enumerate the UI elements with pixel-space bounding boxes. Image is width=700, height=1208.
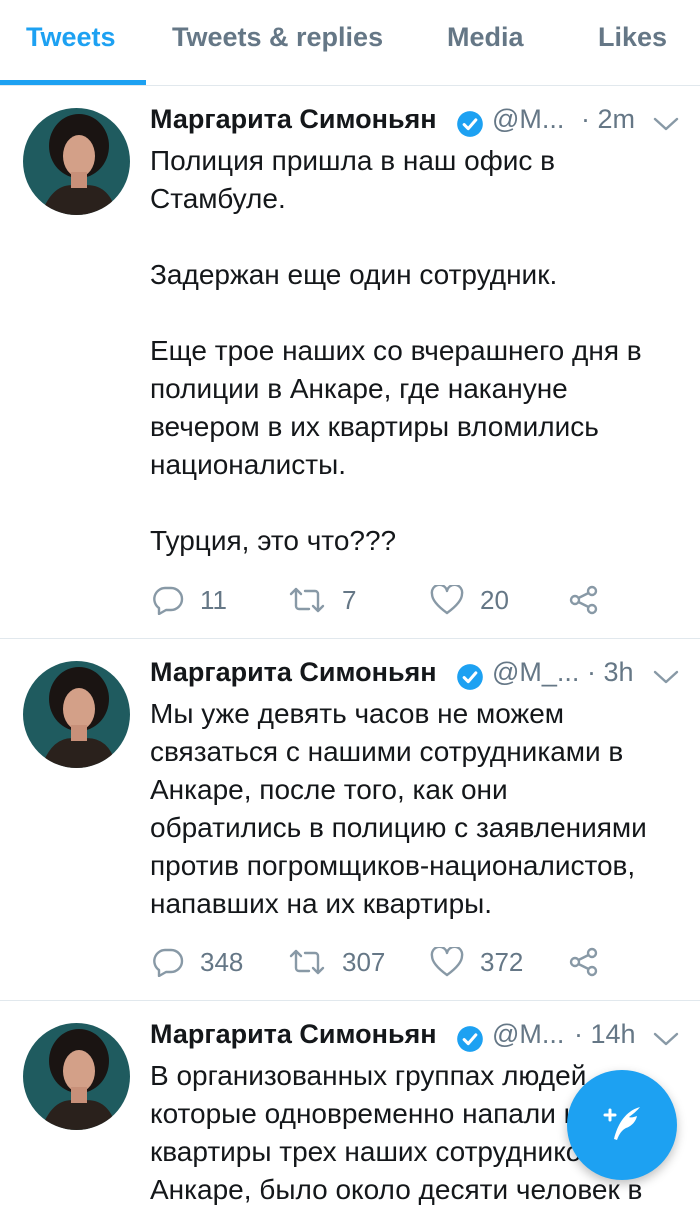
- retweet-icon: [289, 587, 325, 613]
- compose-tweet-icon: [603, 1107, 640, 1140]
- tweet-text-line: связаться с нашими сотрудниками в: [150, 736, 624, 767]
- author-name[interactable]: Маргарита Симоньян: [150, 657, 437, 688]
- tweet-text-line: Задержан еще один сотрудник.: [150, 259, 558, 290]
- share-icon: [569, 585, 598, 615]
- tweet-timestamp[interactable]: · 3h: [587, 657, 634, 688]
- author-handle[interactable]: @M...: [492, 104, 564, 135]
- tweet-text-line: против погромщиков-националистов,: [150, 850, 636, 881]
- retweet-icon: [289, 949, 325, 975]
- tweet[interactable]: Маргарита Симоньян @M_... · 3h Мы уже де…: [0, 639, 700, 1001]
- tweet-header: Маргарита Симоньян @M... · 14h: [150, 1019, 700, 1059]
- retweet-count: 7: [342, 584, 357, 615]
- heart-icon: [430, 947, 464, 977]
- tweet-text-line: Еще трое наших со вчерашнего дня в: [150, 335, 642, 366]
- author-handle[interactable]: @M...: [492, 1019, 564, 1050]
- reply-button[interactable]: 348: [152, 942, 243, 982]
- like-count: 372: [480, 946, 524, 977]
- tweet-text: Мы уже девять часов не можем связаться с…: [150, 695, 690, 923]
- tweet[interactable]: Маргарита Симоньян @M... · 2m Полиция пр…: [0, 86, 700, 639]
- tab-media[interactable]: Media: [447, 22, 524, 53]
- chevron-down-icon[interactable]: [652, 114, 680, 134]
- avatar[interactable]: [23, 108, 130, 215]
- tweet-text-line: Стамбуле.: [150, 183, 286, 214]
- retweet-button[interactable]: 307: [288, 942, 385, 982]
- tweet-timestamp[interactable]: · 14h: [574, 1019, 636, 1050]
- like-button[interactable]: 20: [430, 580, 509, 620]
- compose-tweet-button[interactable]: [567, 1070, 677, 1180]
- tab-likes[interactable]: Likes: [598, 22, 667, 53]
- tweet-header: Маргарита Симоньян @M_... · 3h: [150, 657, 700, 697]
- avatar[interactable]: [23, 661, 130, 768]
- tweet-header: Маргарита Симоньян @M... · 2m: [150, 104, 700, 144]
- reply-icon: [153, 586, 184, 615]
- reply-count: 348: [200, 946, 244, 977]
- verified-badge-icon: [457, 664, 483, 690]
- tab-tweets-and-replies[interactable]: Tweets & replies: [172, 22, 383, 53]
- tweet-timestamp[interactable]: · 2m: [581, 104, 635, 135]
- like-button[interactable]: 372: [430, 942, 523, 982]
- tweet-text-line: вечером в их квартиры вломились: [150, 411, 599, 442]
- author-name[interactable]: Маргарита Симоньян: [150, 1019, 437, 1050]
- tweet-text-line: Анкаре, после того, как они: [150, 774, 508, 805]
- tweet-text: Полиция пришла в наш офис в Стамбуле. За…: [150, 142, 690, 560]
- reply-count: 11: [200, 584, 227, 615]
- verified-badge-icon: [457, 1026, 483, 1052]
- reply-button[interactable]: 11: [152, 580, 227, 620]
- tweet-text-line: Мы уже девять часов не можем: [150, 698, 565, 729]
- author-name[interactable]: Маргарита Симоньян: [150, 104, 437, 135]
- tweet-text-line: Полиция пришла в наш офис в: [150, 145, 556, 176]
- tab-tweets[interactable]: Tweets: [26, 22, 116, 53]
- chevron-down-icon[interactable]: [652, 1029, 680, 1049]
- like-count: 20: [480, 584, 509, 615]
- tweet-text-line: напавших на их квартиры.: [150, 888, 493, 919]
- profile-tabs: Tweets Tweets & replies Media Likes: [0, 0, 700, 86]
- tweet-text-line: полиции в Анкаре, где накануне: [150, 373, 568, 404]
- author-handle[interactable]: @M_...: [492, 657, 579, 688]
- heart-icon: [430, 585, 464, 615]
- tweet-text-line: Турция, это что???: [150, 525, 397, 556]
- active-tab-indicator: [0, 80, 146, 85]
- tweet-actions: 11 7 20: [150, 580, 670, 620]
- tweet-actions: 348 307 372: [150, 942, 670, 982]
- tweet-text-line: националисты.: [150, 449, 347, 480]
- retweet-count: 307: [342, 946, 386, 977]
- reply-icon: [153, 948, 184, 977]
- share-button[interactable]: [568, 942, 600, 982]
- retweet-button[interactable]: 7: [288, 580, 356, 620]
- avatar[interactable]: [23, 1023, 130, 1130]
- verified-badge-icon: [457, 111, 483, 137]
- share-icon: [569, 947, 598, 977]
- share-button[interactable]: [568, 580, 600, 620]
- chevron-down-icon[interactable]: [652, 667, 680, 687]
- tweet-text-line: обратились в полицию с заявлениями: [150, 812, 647, 843]
